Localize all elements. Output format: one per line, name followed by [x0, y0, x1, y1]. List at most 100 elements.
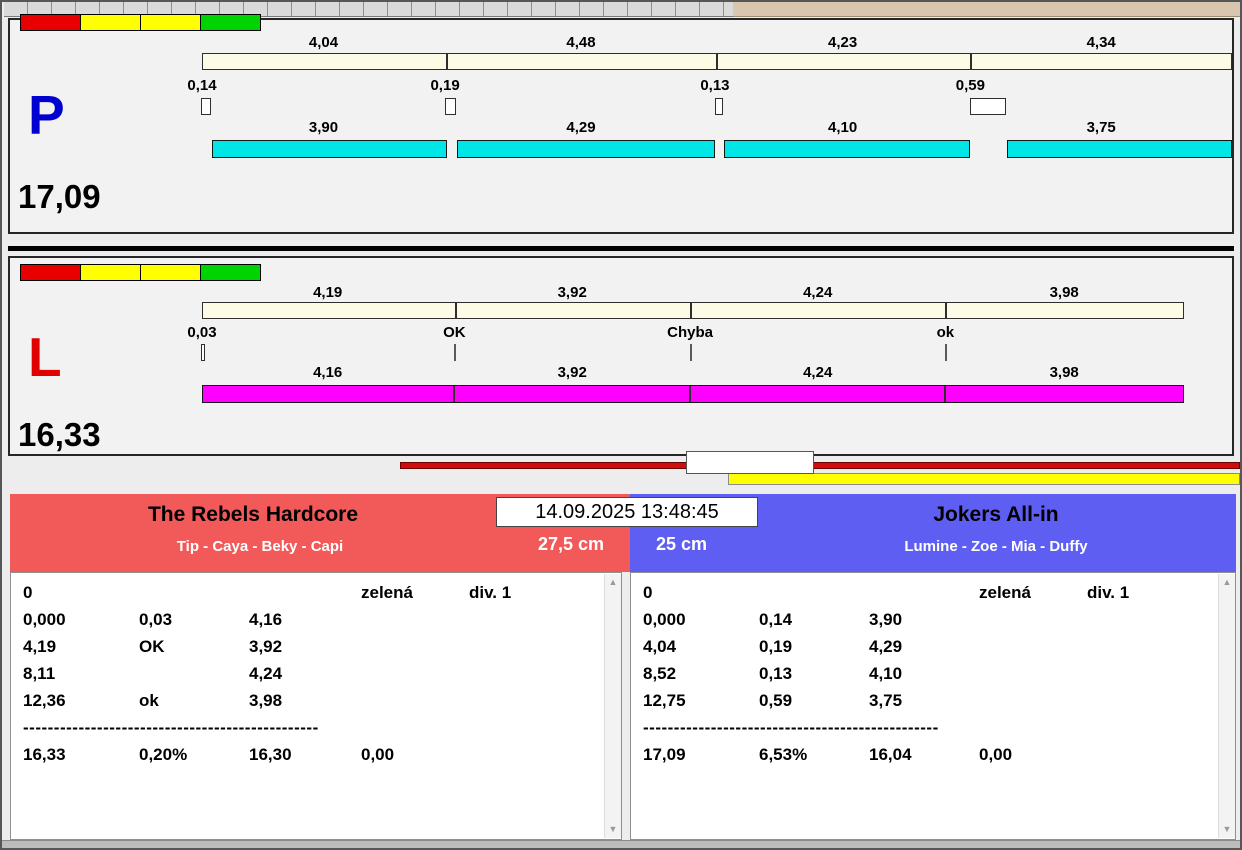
yellow-progress-line: [728, 473, 1240, 485]
jump-height-label: 25 cm: [656, 534, 708, 554]
scrollbar[interactable]: ▲ ▼: [1218, 574, 1235, 838]
bar-divider: [454, 303, 457, 318]
split-time-label: 4,34: [1086, 34, 1116, 51]
team-members: Lumine - Zoe - Mia - Duffy: [904, 538, 1088, 555]
result-cell: 17,09: [643, 745, 686, 764]
result-cell: 4,16: [249, 610, 283, 629]
result-cell: 0: [23, 583, 33, 602]
result-cell: 3,90: [869, 610, 903, 629]
result-cell: 12,75: [643, 691, 686, 710]
scroll-down-icon: ▼: [1222, 824, 1232, 834]
result-cell: div. 1: [1087, 583, 1130, 602]
run-time-label: 4,29: [566, 119, 596, 136]
scroll-down-icon: ▼: [608, 824, 618, 834]
result-cell: 6,53%: [759, 745, 808, 764]
run-bar-segment: [1007, 140, 1232, 158]
scroll-down-button[interactable]: ▼: [1219, 821, 1235, 838]
result-cell: 16,33: [23, 745, 66, 764]
team-name: The Rebels Hardcore: [147, 503, 359, 526]
timing-bars: 4,04 4,48 4,23 4,34 0,14 0,19 0,13 0,59 …: [187, 20, 1232, 232]
app-window: 4,04 4,48 4,23 4,34 0,14 0,19 0,13 0,59 …: [0, 0, 1242, 850]
tick-marker: [690, 344, 693, 361]
result-cell: 3,98: [249, 691, 283, 710]
changeover-label: 0,59: [955, 77, 985, 94]
datetime-display: 14.09.2025 13:48:45: [496, 497, 758, 527]
run-bar-segment: [212, 140, 448, 158]
bar-divider: [690, 303, 693, 318]
split-time-label: 4,23: [828, 34, 858, 51]
result-cell: 0,000: [23, 610, 66, 629]
bar-divider: [715, 54, 718, 69]
status-light: [80, 264, 141, 281]
result-cell: 8,52: [643, 664, 677, 683]
split-time-label: 3,92: [557, 284, 587, 301]
run-time-label: 3,90: [308, 119, 339, 136]
jump-height-label: 27,5 cm: [537, 534, 604, 554]
result-cell: 0,03: [139, 610, 173, 629]
scrollbar[interactable]: ▲ ▼: [604, 574, 621, 838]
lane-letter: P: [28, 84, 65, 146]
status-light: [140, 264, 201, 281]
run-time-bar: [202, 385, 1184, 403]
result-cell: 3,75: [869, 691, 903, 710]
result-cell: zelená: [979, 583, 1031, 602]
result-cell: 8,11: [23, 664, 56, 683]
scroll-up-icon: ▲: [608, 577, 618, 587]
results-list-right[interactable]: 0 zelená div. 1 0,000 0,14 3,90 4,04 0,1…: [630, 572, 1236, 840]
status-light-strip: [20, 14, 261, 31]
result-cell: zelená: [361, 583, 413, 602]
top-window-edge: [733, 2, 1240, 17]
scroll-up-button[interactable]: ▲: [1219, 574, 1235, 591]
scroll-up-button[interactable]: ▲: [605, 574, 621, 591]
run-time-label: 4,16: [313, 364, 343, 381]
run-time-label: 3,75: [1086, 119, 1116, 136]
result-cell: 4,24: [249, 664, 283, 683]
lane-panel-l: 4,19 3,92 4,24 3,98 0,03 OK Chyba ok 4,1…: [8, 256, 1234, 456]
status-light: [80, 14, 141, 31]
result-row: 0 zelená div. 1: [631, 583, 1215, 610]
bar-divider: [445, 54, 448, 69]
result-cell: 0,13: [759, 664, 793, 683]
result-cell: ----------------------------------------…: [23, 718, 319, 737]
split-time-label: 3,98: [1049, 284, 1079, 301]
bar-divider: [969, 54, 972, 69]
split-time-bar: [202, 53, 1232, 70]
result-row: 12,75 0,59 3,75: [631, 691, 1215, 718]
results-list-left[interactable]: 0 zelená div. 1 0,000 0,03 4,16 4,19 OK …: [10, 572, 622, 840]
result-row-total: 17,09 6,53% 16,04 0,00: [631, 745, 1215, 772]
changeover-label: Chyba: [667, 324, 713, 341]
changeover-marker: [714, 98, 723, 115]
team-name: Jokers All-in: [933, 503, 1059, 526]
result-row: 8,52 0,13 4,10: [631, 664, 1215, 691]
changeover-label: 0,03: [187, 324, 217, 341]
lane-total-time: 16,33: [18, 416, 101, 453]
result-cell: 12,36: [23, 691, 66, 710]
changeover-marker: [201, 98, 211, 115]
result-cell: 4,29: [869, 637, 903, 656]
result-cell: 0,59: [759, 691, 793, 710]
lane-letter: L: [28, 326, 62, 388]
result-cell: 16,30: [249, 745, 292, 764]
bar-divider: [689, 386, 692, 402]
result-row: 12,36 ok 3,98: [11, 691, 601, 718]
result-row: 0 zelená div. 1: [11, 583, 601, 610]
result-cell: 4,19: [23, 637, 57, 656]
split-time-label: 4,24: [803, 284, 833, 301]
scroll-down-button[interactable]: ▼: [605, 821, 621, 838]
bottom-window-edge: [2, 840, 1240, 848]
result-cell: 0,000: [643, 610, 686, 629]
run-bar-segment: [724, 140, 971, 158]
result-cell: 4,10: [869, 664, 903, 683]
status-light: [140, 14, 201, 31]
status-light: [20, 14, 81, 31]
run-time-label: 4,10: [828, 119, 858, 136]
run-bar-segment: [457, 140, 715, 158]
changeover-label: 0,13: [700, 77, 730, 94]
run-time-label: 4,24: [803, 364, 833, 381]
result-row: 4,04 0,19 4,29: [631, 637, 1215, 664]
scroll-up-icon: ▲: [1222, 577, 1232, 587]
split-time-label: 4,19: [313, 284, 343, 301]
changeover-label: 0,14: [187, 77, 217, 94]
result-row-total: 16,33 0,20% 16,30 0,00: [11, 745, 601, 772]
result-cell: 0: [643, 583, 653, 602]
